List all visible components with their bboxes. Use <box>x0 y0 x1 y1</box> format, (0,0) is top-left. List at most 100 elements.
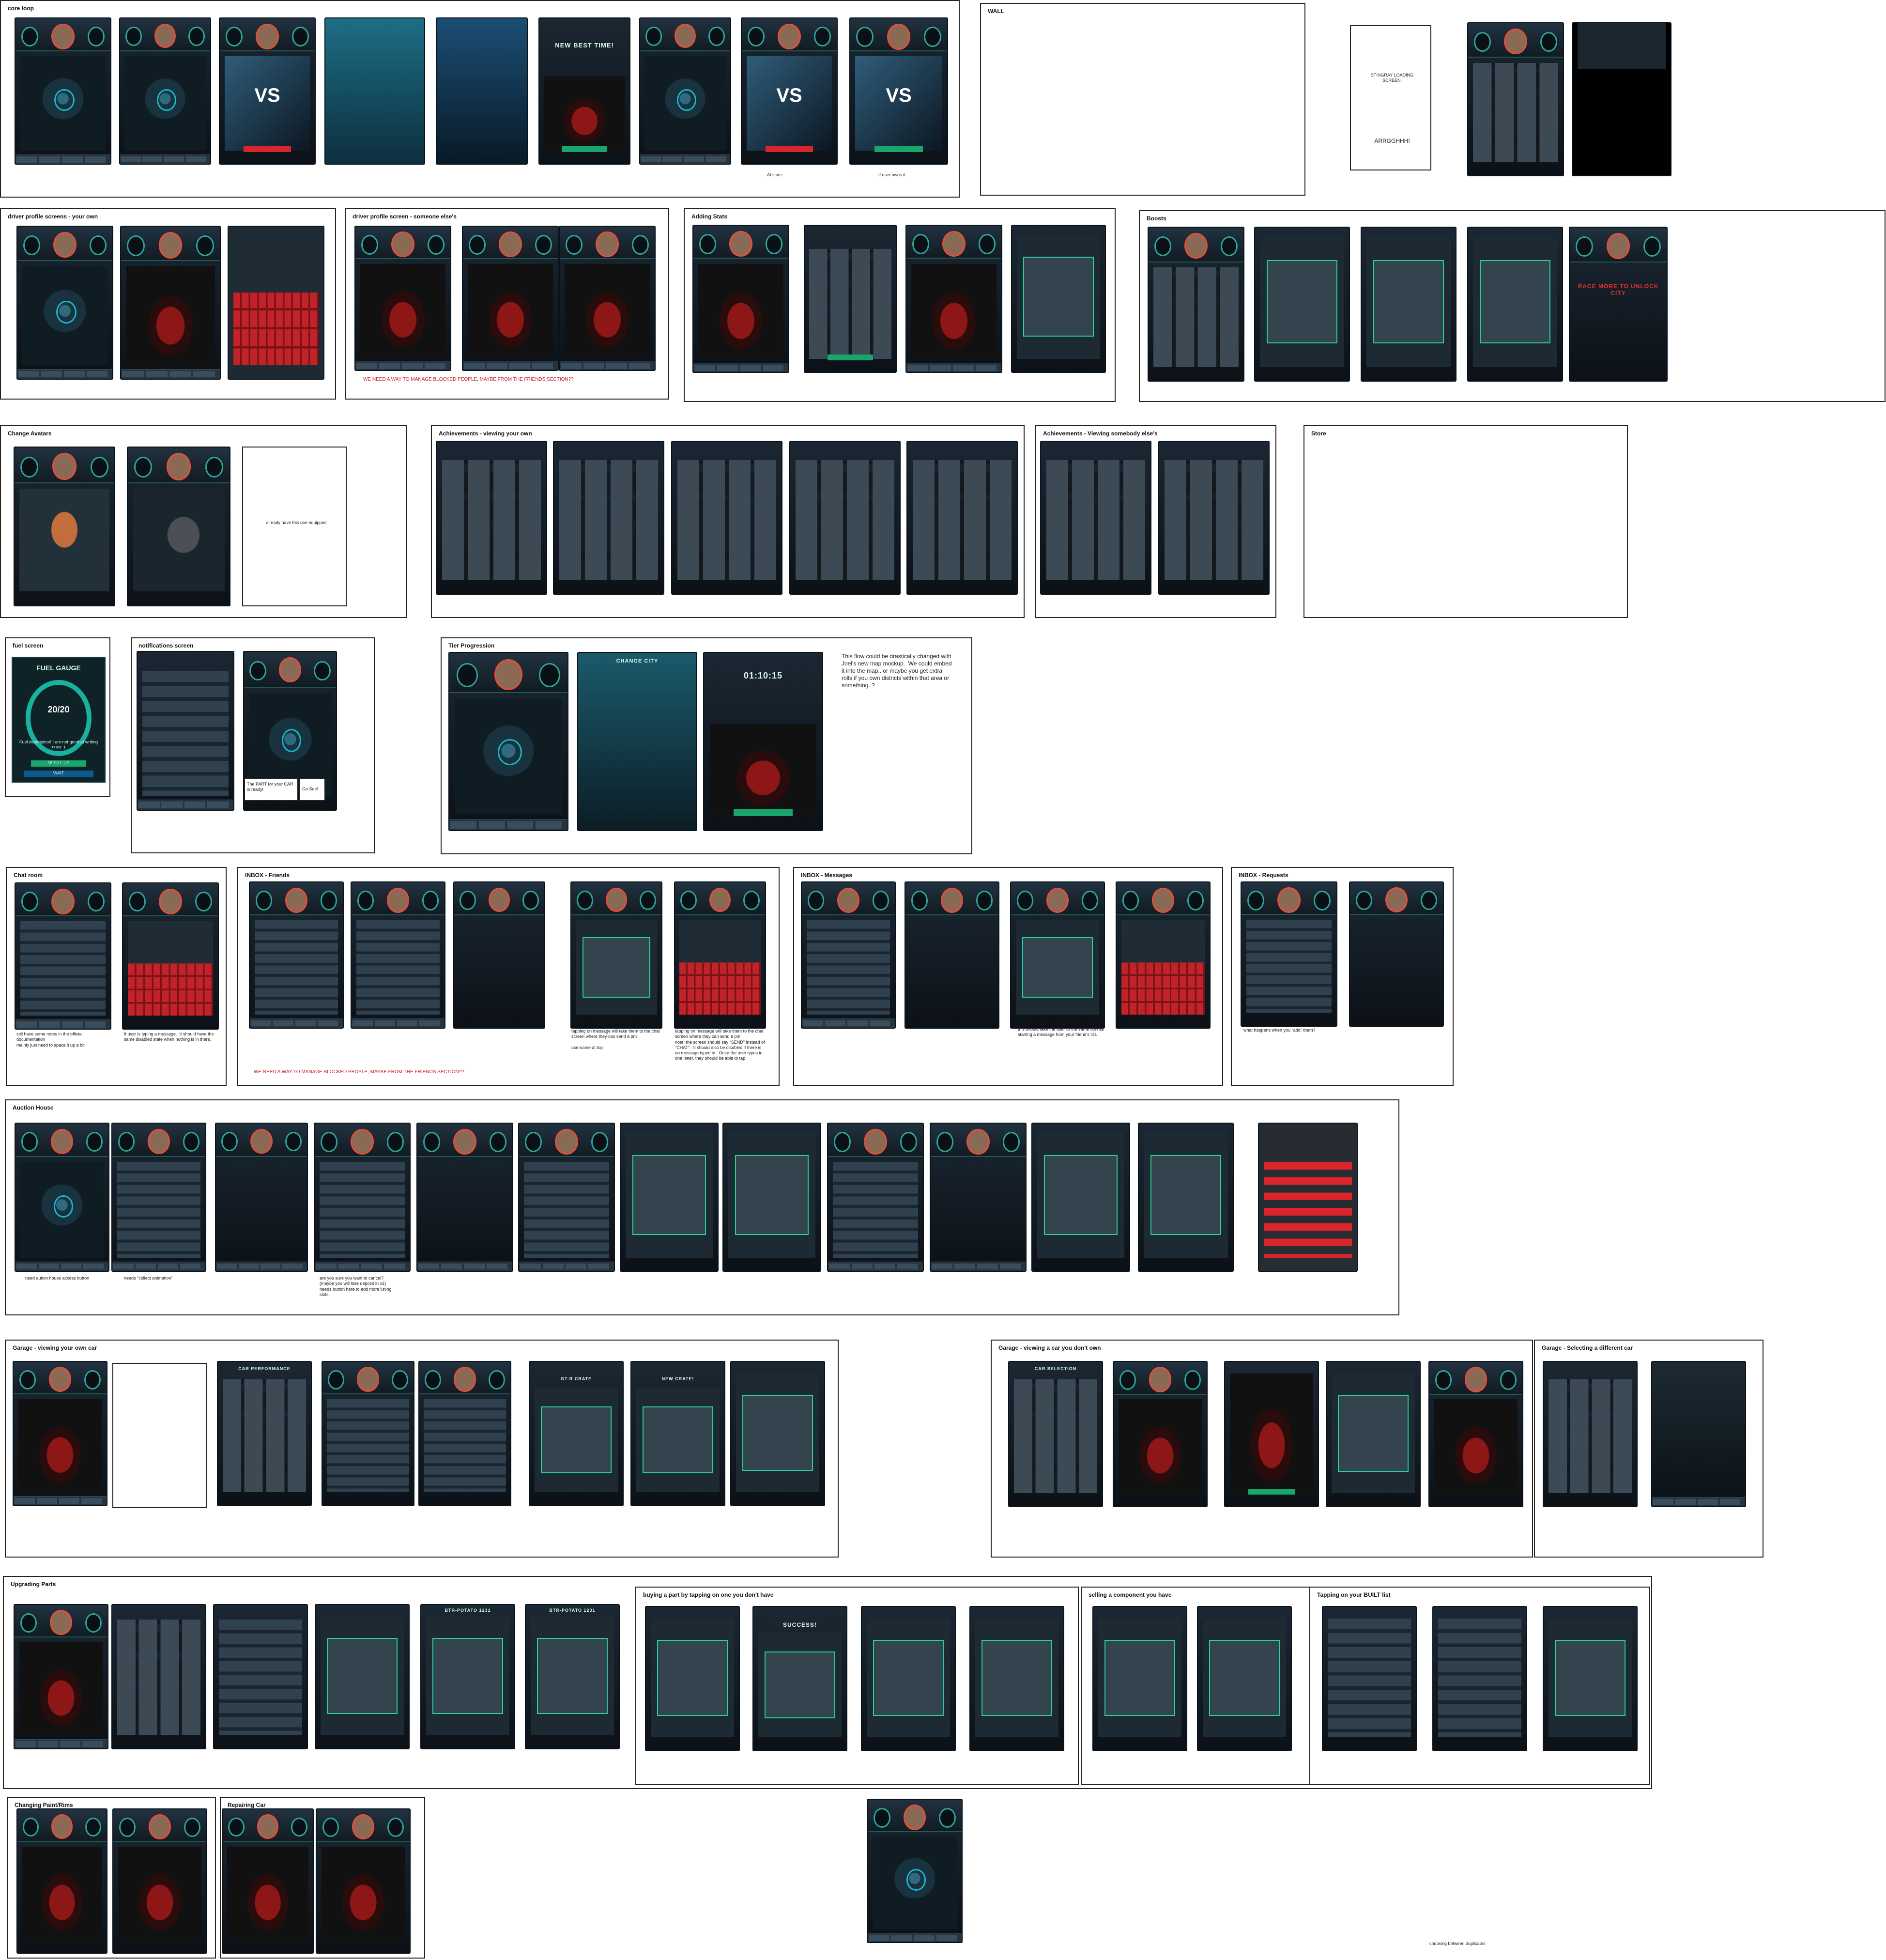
section-title: Garage - Selecting a different car <box>1542 1344 1633 1351</box>
screen-car-selection: CAR SELECTION <box>1008 1361 1103 1507</box>
screen-tier-turfs <box>448 652 568 831</box>
already-equipped-card: already have this one equipped <box>242 447 347 606</box>
screen-buy-part-3 <box>969 1606 1064 1751</box>
note-auction-cancel: are you sure you want to cancel? (maybe … <box>320 1276 392 1297</box>
screen-buy-part-1 <box>645 1606 740 1751</box>
section-tapping-built: Tapping on your BUILT list <box>1309 1587 1650 1785</box>
note-chat-typing: If user is typing a message. It should h… <box>124 1032 215 1042</box>
section-title: Changing Paint/Rims <box>15 1802 73 1808</box>
screen-achievements-4 <box>789 441 901 595</box>
screen-boost-steering-3 <box>1467 227 1563 382</box>
arrgh-label: ARRGGHHH! <box>1374 138 1410 144</box>
section-change-avatars: Change Avatars already have this one equ… <box>0 425 407 618</box>
screen-garage-parts-2 <box>418 1361 511 1506</box>
note-blocked-people: WE NEED A WAY TO MANAGE BLOCKED PEOPLE, … <box>363 377 574 382</box>
stingray-loading-card: STINGRAY LOADING SCREEN. ARRGGHHH! <box>1350 25 1431 170</box>
screen-new-car <box>1428 1361 1523 1507</box>
screen-achievements-2 <box>553 441 664 595</box>
section-chat-room: Chat room still have some notes in the o… <box>6 867 227 1086</box>
screen-friends-1 <box>249 881 344 1029</box>
fuel-description: Fuel description! I am not good at writi… <box>19 739 98 749</box>
section-title: driver profile screens - your own <box>8 213 98 220</box>
screen-stats-confirm <box>1011 225 1106 373</box>
section-repairing-car: Repairing Car <box>220 1797 425 1959</box>
btr-potato-label-1: BTR-POTATO 1231 <box>445 1607 491 1613</box>
section-title: INBOX - Requests <box>1239 872 1288 879</box>
screen-auction-6 <box>827 1123 924 1272</box>
section-garage-select: Garage - Selecting a different car <box>1534 1340 1763 1558</box>
screen-avatar-male <box>127 447 230 606</box>
screen-auction-5 <box>518 1123 615 1272</box>
fuel-wait-button[interactable]: WAIT <box>23 770 94 777</box>
screen-car-popup <box>1224 1361 1319 1507</box>
screen-profile-else-1 <box>354 226 451 371</box>
section-title: buying a part by tapping on one you don'… <box>643 1591 774 1598</box>
screen-auction-7 <box>930 1123 1027 1272</box>
screen-standalone-map <box>867 1799 963 1943</box>
note-auction-access: need aution house access button <box>25 1276 90 1281</box>
note-inbox-tap-message-2: tapping on message will take them to the… <box>675 1029 765 1061</box>
screen-repair-2 <box>316 1808 411 1954</box>
note-inbox-tap-message: tapping on message will take them to the… <box>571 1029 660 1050</box>
note-choosing-between: choosing between duplicates <box>1429 1941 1486 1946</box>
screen-special-skills <box>1467 22 1564 176</box>
note-inbox-same-flow: this should take the user to the same fl… <box>1018 1027 1105 1037</box>
section-title: core loop <box>8 5 34 12</box>
section-garage-own: Garage - viewing your own car CAR PERFOR… <box>5 1340 839 1558</box>
screen-new-best-time: NEW BEST TIME! <box>538 17 630 165</box>
race-more-label: RACE MORE TO UNLOCK CITY <box>1578 282 1659 296</box>
screen-notifications-list <box>137 651 234 811</box>
screen-turfs-map-2 <box>119 17 211 165</box>
screen-crate-popup <box>1326 1361 1421 1507</box>
screen-achievements-1 <box>436 441 547 595</box>
screen-paint-2 <box>112 1808 207 1954</box>
section-garage-dont-own: Garage - viewing a car you don't own CAR… <box>991 1340 1533 1558</box>
section-title: Garage - viewing your own car <box>13 1344 97 1351</box>
screen-profile-else-2 <box>462 226 559 371</box>
screen-select-car <box>1543 1361 1638 1507</box>
section-inbox-requests: INBOX - Requests what happens when you "… <box>1231 867 1454 1086</box>
screen-profile-status-keyboard <box>228 226 324 380</box>
car-performance-label: CAR PERFORMANCE <box>238 1366 291 1371</box>
note-ai-state: AI state <box>767 172 782 177</box>
screen-car-performance: CAR PERFORMANCE <box>217 1361 312 1506</box>
btr-potato-label-2: BTR-POTATO 1231 <box>549 1607 596 1613</box>
screen-upgrade-4 <box>315 1604 410 1749</box>
fuel-fill-button[interactable]: 16 FILL UP <box>31 760 86 767</box>
screen-boost-steering-2 <box>1361 227 1457 382</box>
screen-boosts-intro <box>324 17 425 165</box>
screen-achievements-5 <box>906 441 1018 595</box>
screen-add-stats <box>804 225 897 373</box>
note-tier-flow: This flow could be drastically changed w… <box>842 653 953 689</box>
section-title: notifications screen <box>138 642 194 649</box>
go-see-card[interactable]: Go See! <box>299 778 325 801</box>
screen-race-track <box>436 17 528 165</box>
section-upgrading-parts: Upgrading Parts BTR-POTATO 1231 BTR-POTA… <box>3 1576 1652 1789</box>
screen-upgrade-1 <box>14 1604 108 1749</box>
screen-messages-keyboard <box>1116 881 1211 1029</box>
section-title: Upgrading Parts <box>11 1581 56 1588</box>
screen-achievements-else-2 <box>1158 441 1270 595</box>
screen-versus <box>219 17 316 165</box>
section-title: driver profile screen - someone else's <box>353 213 457 220</box>
section-title: Store <box>1311 430 1326 437</box>
section-title: selling a component you have <box>1089 1591 1172 1598</box>
section-tier-progression: Tier Progression CHANGE CITY 01:10:15 Th… <box>441 637 972 854</box>
car-selection-label: CAR SELECTION <box>1034 1366 1077 1371</box>
section-achievements-own: Achievements - viewing your own <box>431 425 1025 618</box>
section-buying-part: buying a part by tapping on one you don'… <box>635 1587 1079 1785</box>
screen-auction-map <box>15 1123 109 1272</box>
note-blocked-people-2: WE NEED A WAY TO MANAGE BLOCKED PEOPLE, … <box>254 1069 464 1075</box>
section-title: Repairing Car <box>228 1802 266 1808</box>
section-title: Chat room <box>14 872 43 879</box>
go-see-label: Go See! <box>302 787 319 791</box>
screen-special-skills-dark <box>1572 22 1671 176</box>
section-title: WALL <box>988 8 1004 15</box>
screen-friends-keyboard <box>674 881 766 1029</box>
screen-friends-2 <box>351 881 445 1029</box>
section-title: Tier Progression <box>448 642 495 649</box>
stingray-label: STINGRAY LOADING SCREEN. <box>1370 73 1415 83</box>
screen-buy-success: SUCCESS! <box>752 1606 847 1751</box>
screen-auction-3 <box>314 1123 411 1272</box>
part-ready-label: The PART for your CAR is ready! <box>247 782 295 792</box>
